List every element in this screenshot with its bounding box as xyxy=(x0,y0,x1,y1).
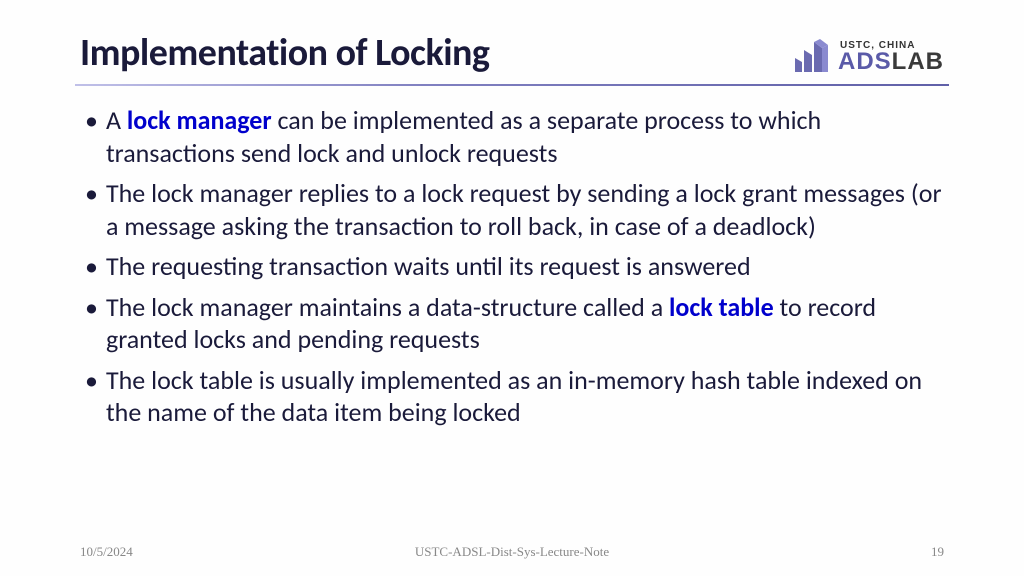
footer-note: USTC-ADSL-Dist-Sys-Lecture-Note xyxy=(415,544,609,560)
slide-title: Implementation of Locking xyxy=(80,30,489,76)
bullet-marker: • xyxy=(85,364,98,429)
bullet-text: The requesting transaction waits until i… xyxy=(106,250,944,283)
slide-content: • A lock manager can be implemented as a… xyxy=(80,104,944,429)
bullet-item: • A lock manager can be implemented as a… xyxy=(80,104,944,169)
bullet-item: • The requesting transaction waits until… xyxy=(80,250,944,283)
slide-footer: 10/5/2024 USTC-ADSL-Dist-Sys-Lecture-Not… xyxy=(80,544,944,560)
logo-main: ADSLAB xyxy=(838,51,944,73)
bullet-text: The lock manager replies to a lock reque… xyxy=(106,177,944,242)
bullet-marker: • xyxy=(85,250,98,283)
slide: Implementation of Locking USTC, CHINA xyxy=(0,0,1024,576)
bullet-text: The lock manager maintains a data-struct… xyxy=(106,291,944,356)
slide-header: Implementation of Locking USTC, CHINA xyxy=(80,30,944,76)
footer-date: 10/5/2024 xyxy=(80,544,133,560)
lab-logo: USTC, CHINA ADSLAB xyxy=(792,38,944,74)
building-icon xyxy=(792,38,832,74)
bullet-marker: • xyxy=(85,177,98,242)
bullet-item: • The lock manager replies to a lock req… xyxy=(80,177,944,242)
bullet-text: A lock manager can be implemented as a s… xyxy=(106,104,944,169)
title-divider xyxy=(75,84,949,86)
footer-page: 19 xyxy=(931,544,944,560)
bullet-text: The lock table is usually implemented as… xyxy=(106,364,944,429)
bullet-item: • The lock manager maintains a data-stru… xyxy=(80,291,944,356)
bullet-marker: • xyxy=(85,291,98,356)
bullet-marker: • xyxy=(85,104,98,169)
logo-text: USTC, CHINA ADSLAB xyxy=(838,40,944,73)
bullet-item: • The lock table is usually implemented … xyxy=(80,364,944,429)
